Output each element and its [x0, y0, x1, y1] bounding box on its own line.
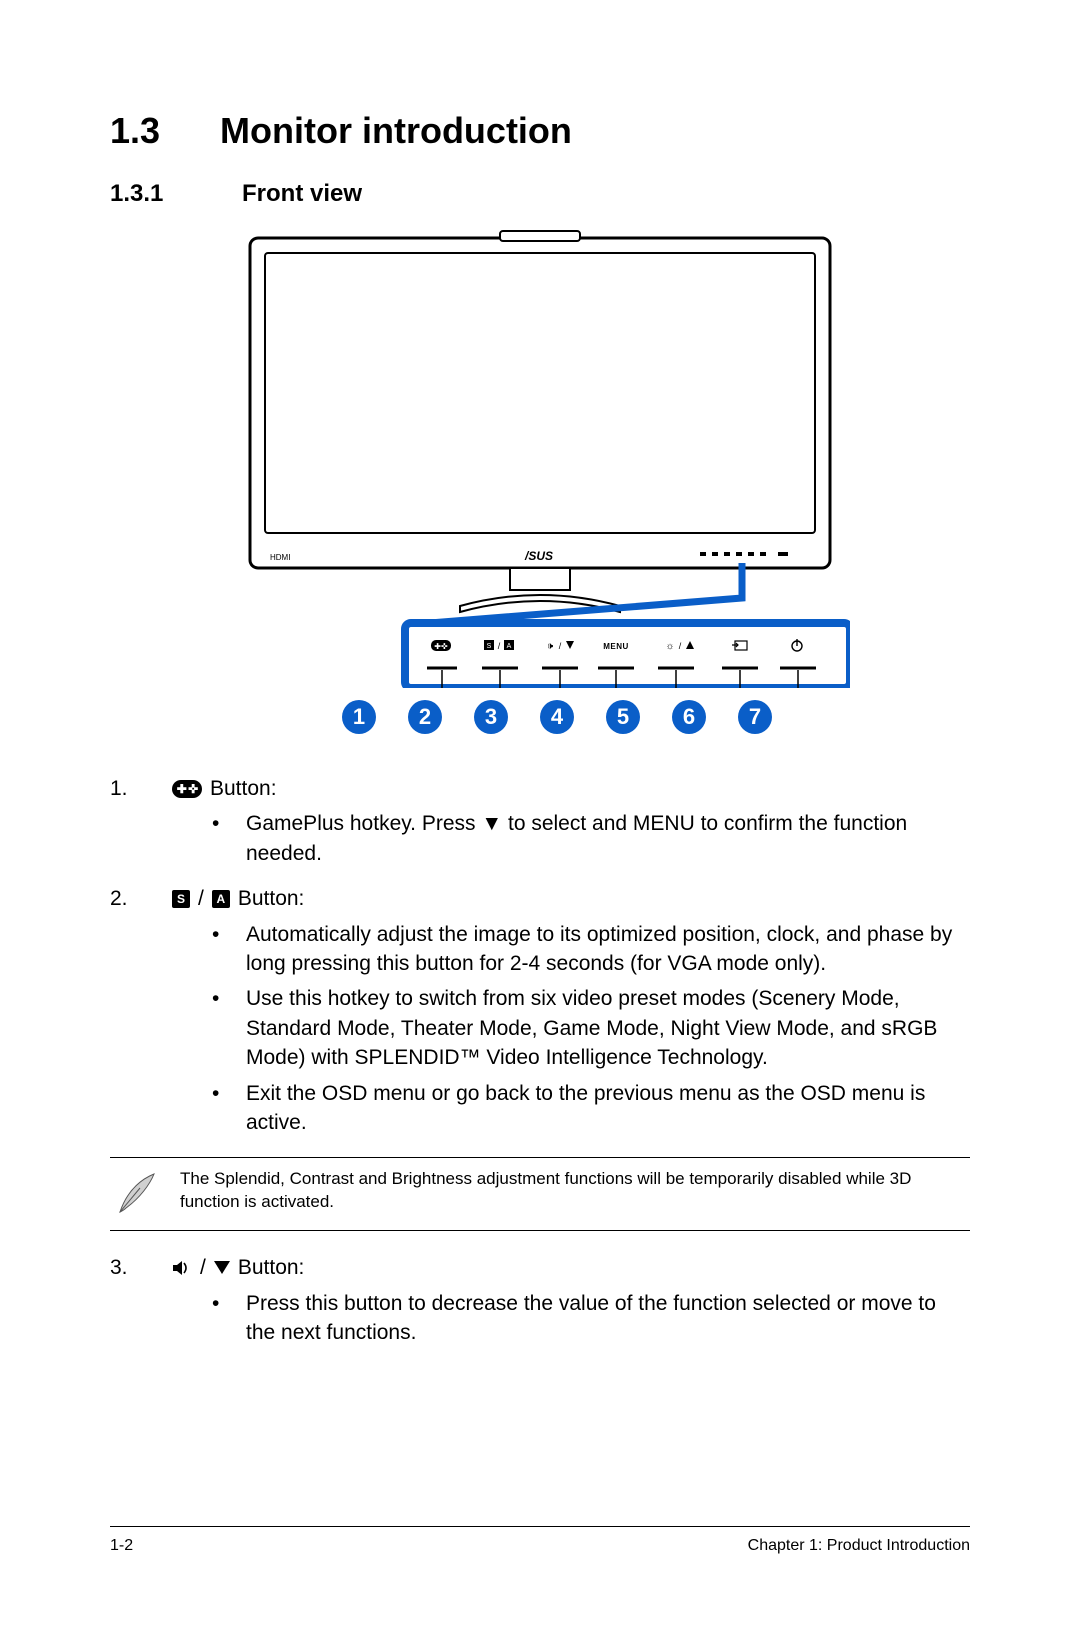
- page-number: 1-2: [110, 1537, 133, 1555]
- subsection-number: 1.3.1: [110, 180, 242, 208]
- bullet-text: Use this hotkey to switch from six video…: [246, 984, 970, 1072]
- svg-text:🕩: 🕩: [547, 641, 554, 652]
- list-item-2: 2. S / A Button: •Automatically adjust t…: [110, 884, 970, 1143]
- page-footer: 1-2 Chapter 1: Product Introduction: [110, 1526, 970, 1555]
- callout-row: 1 2 3 4 5 6 7: [302, 700, 772, 734]
- chapter-label: Chapter 1: Product Introduction: [748, 1537, 970, 1555]
- list-item-3: 3. / Button: •Press this button to decre…: [110, 1253, 970, 1353]
- s-mode-icon: S: [172, 890, 190, 908]
- bullet-text: GamePlus hotkey. Press ▼ to select and M…: [246, 809, 970, 868]
- svg-text:☼: ☼: [665, 641, 674, 652]
- svg-text:✚✜: ✚✜: [434, 642, 448, 651]
- monitor-illustration: HDMI /SUS ✚✜ S /: [230, 228, 850, 688]
- note-box: The Splendid, Contrast and Brightness ad…: [110, 1157, 970, 1231]
- slash: /: [200, 1253, 206, 1282]
- bullet-text: Press this button to decrease the value …: [246, 1289, 970, 1348]
- bullet-text: Exit the OSD menu or go back to the prev…: [246, 1079, 970, 1138]
- section-heading: 1.3Monitor introduction: [110, 110, 970, 152]
- gameplus-icon: ✚ ✜: [172, 780, 202, 798]
- item-number: 1.: [110, 774, 172, 874]
- section-number: 1.3: [110, 110, 220, 152]
- item-title-suffix: Button:: [238, 1253, 305, 1282]
- svg-text:S: S: [487, 643, 492, 650]
- slash: /: [198, 884, 204, 913]
- svg-text:MENU: MENU: [603, 642, 629, 651]
- feather-note-icon: [110, 1168, 162, 1220]
- svg-text:A: A: [507, 643, 512, 650]
- callout-6: 6: [672, 700, 706, 734]
- item-number: 2.: [110, 884, 172, 1143]
- callout-4: 4: [540, 700, 574, 734]
- section-title: Monitor introduction: [220, 110, 572, 151]
- volume-icon: [172, 1259, 192, 1277]
- svg-text:/SUS: /SUS: [524, 549, 553, 563]
- note-text: The Splendid, Contrast and Brightness ad…: [180, 1168, 970, 1214]
- subsection-heading: 1.3.1Front view: [110, 180, 970, 208]
- callout-5: 5: [606, 700, 640, 734]
- list-item-1: 1. ✚ ✜ Button: •GamePlus hotkey. Press ▼…: [110, 774, 970, 874]
- item-number: 3.: [110, 1253, 172, 1353]
- down-triangle-icon: [214, 1261, 230, 1274]
- svg-text:HDMI: HDMI: [270, 553, 290, 562]
- bullet-text: Automatically adjust the image to its op…: [246, 920, 970, 979]
- callout-7: 7: [738, 700, 772, 734]
- monitor-front-figure: HDMI /SUS ✚✜ S /: [110, 228, 970, 734]
- a-mode-icon: A: [212, 890, 230, 908]
- callout-2: 2: [408, 700, 442, 734]
- callout-3: 3: [474, 700, 508, 734]
- item-title-suffix: Button:: [238, 884, 305, 913]
- callout-1: 1: [342, 700, 376, 734]
- button-description-list: 1. ✚ ✜ Button: •GamePlus hotkey. Press ▼…: [110, 774, 970, 1353]
- item-title-suffix: Button:: [210, 774, 277, 803]
- subsection-title: Front view: [242, 180, 362, 207]
